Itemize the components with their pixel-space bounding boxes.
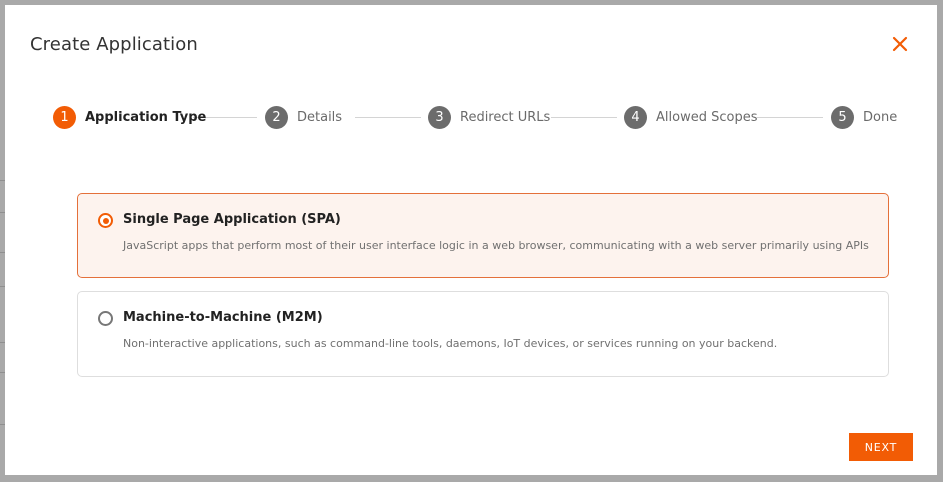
option-title: Single Page Application (SPA) xyxy=(123,212,341,227)
radio-button-m2m[interactable] xyxy=(98,311,113,326)
radio-selected-dot xyxy=(102,217,109,224)
step-connector xyxy=(551,117,617,118)
step-label: Application Type xyxy=(85,109,207,125)
next-button[interactable]: NEXT xyxy=(849,433,913,461)
dialog-title: Create Application xyxy=(30,34,198,55)
step-label: Details xyxy=(297,109,343,125)
step-number: 3 xyxy=(428,105,451,129)
step-number: 2 xyxy=(265,105,288,129)
radio-button-spa[interactable] xyxy=(98,213,113,228)
step-number: 5 xyxy=(831,105,854,129)
step-allowed-scopes: 4 Allowed Scopes xyxy=(624,105,757,129)
close-button[interactable] xyxy=(889,33,911,55)
step-application-type: 1 Application Type xyxy=(53,105,206,129)
option-description: Non-interactive applications, such as co… xyxy=(123,337,778,350)
step-done: 5 Done xyxy=(831,105,897,129)
step-number: 4 xyxy=(624,105,647,129)
option-m2m[interactable]: Machine-to-Machine (M2M) Non-interactive… xyxy=(77,291,889,377)
step-connector xyxy=(355,117,421,118)
step-label: Done xyxy=(863,109,898,125)
step-label: Allowed Scopes xyxy=(656,109,758,125)
create-application-dialog: Create Application 1 Application Type 2 … xyxy=(5,5,937,475)
step-details: 2 Details xyxy=(265,105,342,129)
step-connector xyxy=(757,117,823,118)
close-icon xyxy=(892,36,908,52)
step-redirect-urls: 3 Redirect URLs xyxy=(428,105,550,129)
step-number: 1 xyxy=(53,105,76,129)
step-label: Redirect URLs xyxy=(460,109,551,125)
option-description: JavaScript apps that perform most of the… xyxy=(123,239,869,252)
option-spa[interactable]: Single Page Application (SPA) JavaScript… xyxy=(77,193,889,278)
option-title: Machine-to-Machine (M2M) xyxy=(123,310,323,325)
